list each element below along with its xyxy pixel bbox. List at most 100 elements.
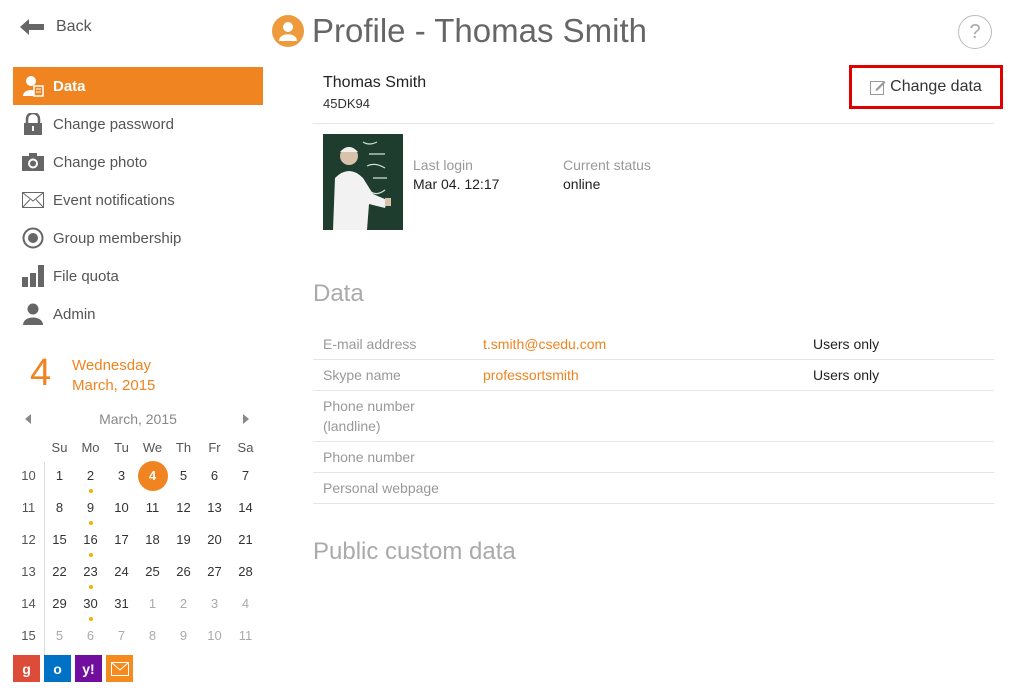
calendar-day[interactable]: 11: [230, 622, 261, 650]
calendar-day[interactable]: 2: [75, 462, 106, 493]
sidebar-item-label: Change photo: [53, 153, 148, 171]
calendar-dow: Mo: [81, 440, 100, 455]
calendar-day[interactable]: 8: [137, 622, 168, 650]
calendar-day-today[interactable]: 4: [137, 461, 168, 491]
last-login-value: Mar 04. 12:17: [413, 176, 500, 192]
calendar-day-number: 7: [117, 628, 126, 643]
calendar-week-number: 13: [21, 564, 36, 579]
field-value[interactable]: t.smith@csedu.com: [483, 336, 813, 352]
current-status-value: online: [563, 176, 601, 192]
calendar-day[interactable]: 30: [75, 590, 106, 621]
profile-photo: [323, 134, 403, 230]
sidebar-item-label: Data: [53, 77, 86, 95]
yahoo-icon[interactable]: y!: [75, 655, 102, 682]
calendar-day[interactable]: 31: [106, 590, 137, 618]
calendar-day-number: 25: [145, 564, 160, 579]
calendar-day-number: 24: [114, 564, 129, 579]
field-label: Phone number: [323, 449, 415, 465]
calendar-day-number: 8: [55, 500, 64, 515]
calendar-day[interactable]: 10: [199, 622, 230, 650]
calendar-day[interactable]: 17: [106, 526, 137, 554]
sidebar-item-admin[interactable]: Admin: [13, 295, 263, 333]
calendar-day[interactable]: 18: [137, 526, 168, 554]
calendar-day[interactable]: 5: [168, 462, 199, 490]
calendar-day-number: 10: [114, 500, 129, 515]
current-date-text: Wednesday March, 2015: [72, 356, 155, 396]
mail-icon[interactable]: [106, 655, 133, 682]
calendar-week-row: 13 22 23 24 25 26 27 28: [13, 556, 263, 589]
public-custom-data-title: Public custom data: [313, 538, 516, 565]
sidebar-item-data[interactable]: Data: [13, 67, 263, 105]
calendar-day[interactable]: 21: [230, 526, 261, 554]
calendar-grid: Su Mo Tu We Th Fr Sa 10 1 2 3 4 5 6 7 11 8 9 10 11 12…: [13, 436, 263, 672]
sidebar-item-change-password[interactable]: Change password: [13, 105, 263, 143]
calendar-day[interactable]: 1: [44, 462, 75, 490]
calendar-day[interactable]: 3: [199, 590, 230, 618]
calendar-day[interactable]: 29: [44, 590, 75, 618]
calendar-day-number: 23: [83, 564, 98, 579]
calendar-day[interactable]: 7: [106, 622, 137, 650]
sidebar-item-event-notifications[interactable]: Event notifications: [13, 181, 263, 219]
help-button[interactable]: ?: [958, 15, 992, 49]
calendar-day[interactable]: 10: [106, 494, 137, 522]
calendar-day[interactable]: 25: [137, 558, 168, 586]
calendar-day[interactable]: 14: [230, 494, 261, 522]
calendar-day[interactable]: 20: [199, 526, 230, 554]
calendar-day-number: 19: [176, 532, 191, 547]
calendar-day[interactable]: 1: [137, 590, 168, 618]
sidebar-item-label: Change password: [53, 115, 174, 133]
calendar-dow: Th: [175, 440, 192, 455]
calendar-month-label: March, 2015: [99, 411, 177, 427]
edit-icon: [870, 81, 886, 95]
calendar-day[interactable]: 12: [168, 494, 199, 522]
calendar-day[interactable]: 13: [199, 494, 230, 522]
field-value[interactable]: professortsmith: [483, 367, 813, 383]
calendar-day[interactable]: 5: [44, 622, 75, 650]
calendar-day[interactable]: 27: [199, 558, 230, 586]
calendar-day-number: 22: [52, 564, 67, 579]
calendar-day[interactable]: 9: [75, 494, 106, 525]
calendar-dow: We: [142, 440, 163, 455]
field-label: Phone number (landline): [323, 398, 415, 434]
calendar-day[interactable]: 19: [168, 526, 199, 554]
calendar-day[interactable]: 6: [199, 462, 230, 490]
next-month-icon[interactable]: [243, 414, 249, 424]
outlook-icon[interactable]: o: [44, 655, 71, 682]
calendar-day[interactable]: 9: [168, 622, 199, 650]
sidebar-item-group-membership[interactable]: Group membership: [13, 219, 263, 257]
calendar-day[interactable]: 2: [168, 590, 199, 618]
google-icon[interactable]: g: [13, 655, 40, 682]
calendar-day-number: 6: [210, 468, 219, 483]
calendar-day[interactable]: 26: [168, 558, 199, 586]
calendar-day[interactable]: 16: [75, 526, 106, 557]
calendar-day[interactable]: 24: [106, 558, 137, 586]
calendar-day-number: 7: [241, 468, 250, 483]
sidebar-item-label: Admin: [53, 305, 96, 323]
calendar-week-row: 15 5 6 7 8 9 10 11: [13, 620, 263, 652]
calendar-dow-row: Su Mo Tu We Th Fr Sa: [13, 436, 263, 460]
calendar-day-number: 11: [238, 628, 253, 643]
calendar-week-row: 14 29 30 31 1 2 3 4: [13, 588, 263, 621]
sidebar-item-file-quota[interactable]: File quota: [13, 257, 263, 295]
sidebar-item-change-photo[interactable]: Change photo: [13, 143, 263, 181]
back-button[interactable]: Back: [20, 18, 92, 36]
user-name: Thomas Smith: [323, 74, 427, 91]
calendar-day-number: 3: [117, 468, 126, 483]
calendar-day[interactable]: 7: [230, 462, 261, 490]
calendar-day-number: 26: [176, 564, 191, 579]
calendar-day[interactable]: 28: [230, 558, 261, 586]
sidebar: Back Data Change password Change photo E…: [0, 0, 270, 691]
calendar-day[interactable]: 3: [106, 462, 137, 490]
calendar-day-number: 12: [176, 500, 191, 515]
calendar-day[interactable]: 22: [44, 558, 75, 586]
calendar-day[interactable]: 8: [44, 494, 75, 522]
calendar-week-spacer: [13, 438, 44, 458]
calendar-day[interactable]: 11: [137, 494, 168, 522]
calendar-dow: Fr: [208, 440, 221, 455]
help-icon: ?: [969, 20, 981, 43]
calendar-day[interactable]: 6: [75, 622, 106, 650]
calendar-day[interactable]: 4: [230, 590, 261, 618]
calendar-day[interactable]: 23: [75, 558, 106, 589]
calendar-day[interactable]: 15: [44, 526, 75, 554]
change-data-button[interactable]: Change data: [849, 65, 1003, 109]
